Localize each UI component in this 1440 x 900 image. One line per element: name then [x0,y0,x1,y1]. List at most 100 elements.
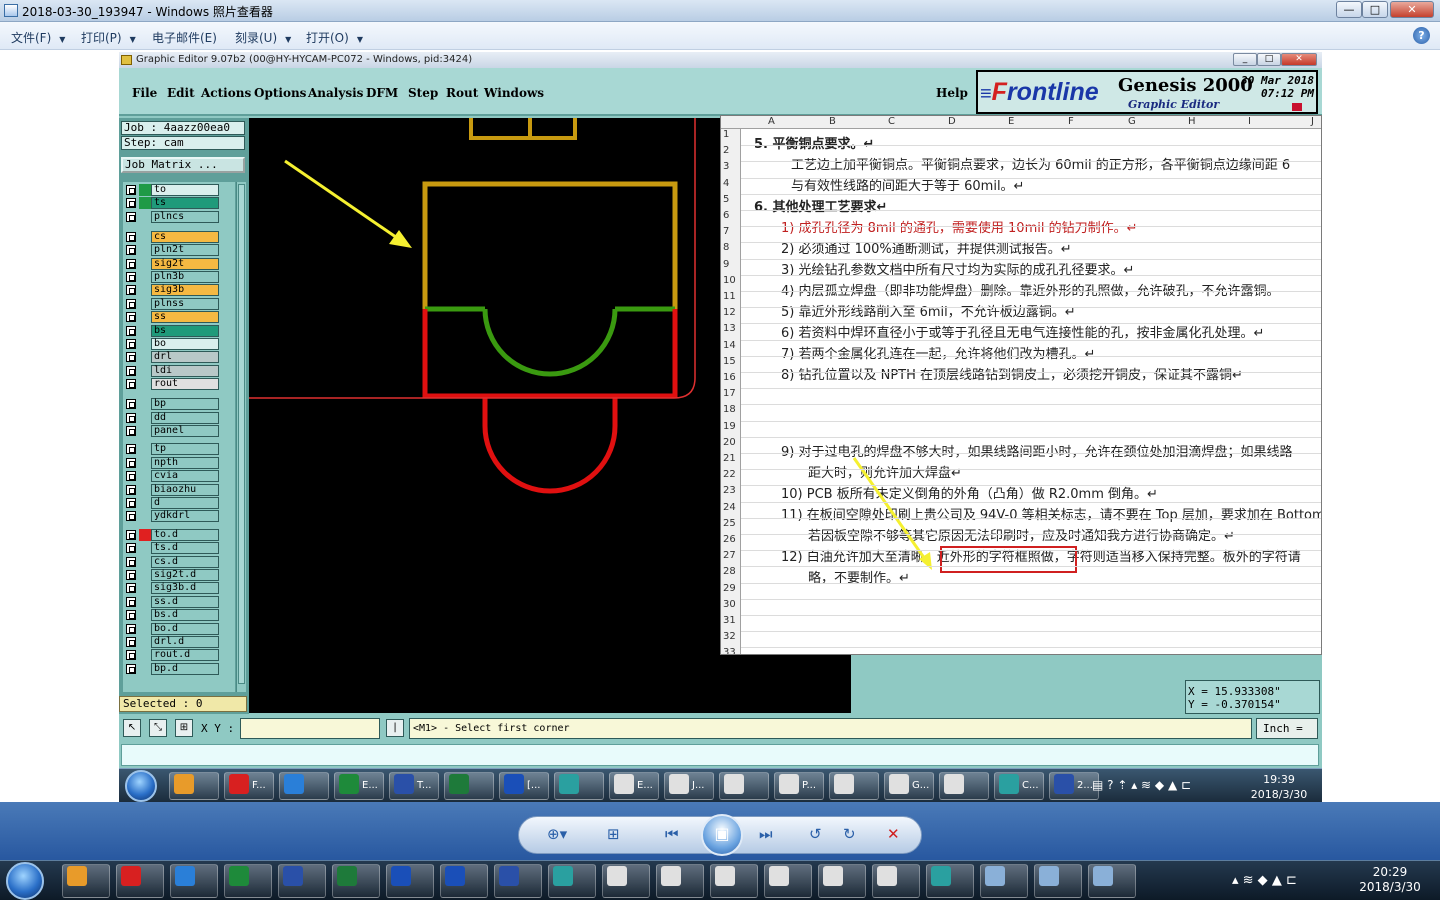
layer-checkbox[interactable] [126,623,136,634]
layer-name[interactable]: plnss [151,297,219,310]
taskbar-button[interactable]: E... [609,772,659,800]
layer-checkbox[interactable] [126,185,136,195]
layer-row[interactable]: cs [123,230,235,243]
layer-color-swatch[interactable] [139,411,151,424]
taskbar-button[interactable]: [... [499,772,549,800]
layer-color-swatch[interactable] [139,351,151,364]
xy-input[interactable] [240,718,380,739]
layer-name[interactable]: tp [151,443,219,456]
layer-color-swatch[interactable] [139,210,151,223]
help-icon[interactable]: ? [1413,27,1430,44]
layer-row[interactable]: to [123,184,235,196]
layer-color-swatch[interactable] [139,555,151,568]
layer-checkbox[interactable] [126,650,136,661]
taskbar-button[interactable] [602,864,650,898]
taskbar-button[interactable]: F... [224,772,274,800]
layer-color-swatch[interactable] [139,271,151,283]
layer-color-swatch[interactable] [139,324,151,337]
layer-name[interactable]: cvia [151,470,219,483]
taskbar-button[interactable]: J... [664,772,714,800]
layer-row[interactable]: sig2t.d [123,569,235,581]
taskbar-button[interactable]: E... [334,772,384,800]
layer-checkbox[interactable] [126,498,136,508]
taskbar-button[interactable] [656,864,704,898]
genesis-menu-dfm[interactable]: DFM [366,86,398,100]
layer-row[interactable]: tp [123,443,235,456]
taskbar-button[interactable] [279,772,329,800]
unit-selector[interactable]: Inch = [1256,718,1318,739]
close-button[interactable]: ✕ [1390,1,1434,18]
rotate-right-icon[interactable]: ↻ [843,825,856,843]
layer-row[interactable]: d [123,497,235,509]
layer-color-swatch[interactable] [139,257,151,270]
layer-name[interactable]: d [151,497,219,509]
layer-color-swatch[interactable] [139,662,151,675]
layer-checkbox[interactable] [126,596,136,607]
layer-row[interactable]: bo [123,338,235,350]
layer-color-swatch[interactable] [139,528,151,541]
job-matrix-button[interactable]: Job Matrix ... [121,157,245,173]
layer-checkbox[interactable] [126,529,136,540]
layer-row[interactable]: ldi [123,364,235,377]
input-toggle-icon[interactable]: | [386,719,404,737]
layer-name[interactable]: sig2t.d [151,569,219,581]
measure-tool-icon[interactable]: ⤡ [149,719,167,737]
taskbar-button[interactable]: T... [389,772,439,800]
layer-checkbox[interactable] [126,511,136,522]
menu-print[interactable]: 打印(P) ▼ [81,29,136,46]
select-tool-icon[interactable]: ↖ [123,719,141,737]
layer-color-swatch[interactable] [139,510,151,523]
layer-checkbox[interactable] [126,610,136,621]
layer-checkbox[interactable] [126,379,136,390]
layer-row[interactable]: ts [123,197,235,210]
layer-name[interactable]: dd [151,411,219,424]
layer-checkbox[interactable] [126,211,136,222]
layer-row[interactable]: cvia [123,470,235,483]
start-button[interactable] [6,862,44,900]
layer-checkbox[interactable] [126,412,136,423]
layer-checkbox[interactable] [126,298,136,309]
layer-color-swatch[interactable] [139,284,151,297]
genesis-menu-windows[interactable]: Windows [484,86,544,100]
layer-checkbox[interactable] [126,339,136,349]
layer-name[interactable]: biaozhu [151,483,219,496]
layer-checkbox[interactable] [126,583,136,594]
layer-color-swatch[interactable] [139,636,151,648]
genesis-menu-edit[interactable]: Edit [167,86,195,100]
genesis-menu-file[interactable]: File [132,86,157,100]
grid-tool-icon[interactable]: ⊞ [175,719,193,737]
taskbar-button[interactable] [494,864,542,898]
layer-color-swatch[interactable] [139,497,151,509]
layer-name[interactable]: sig3b [151,284,219,297]
rotate-left-icon[interactable]: ↺ [809,825,822,843]
menu-burn[interactable]: 刻录(U) ▼ [235,29,291,46]
layer-row[interactable]: plncs [123,210,235,223]
genesis-menu-analysis[interactable]: Analysis [308,86,363,100]
layer-color-swatch[interactable] [139,542,151,555]
layer-row[interactable]: ss.d [123,595,235,608]
layer-name[interactable]: ts.d [151,542,219,555]
layer-row[interactable]: panel [123,425,235,437]
delete-icon[interactable]: ✕ [887,825,900,843]
taskbar-button[interactable] [719,772,769,800]
layer-color-swatch[interactable] [139,398,151,411]
taskbar-button[interactable] [554,772,604,800]
layer-row[interactable]: biaozhu [123,483,235,496]
layer-row[interactable]: sig3b [123,284,235,297]
layer-name[interactable]: bs.d [151,609,219,622]
taskbar-button[interactable] [1088,864,1136,898]
taskbar-button[interactable] [1034,864,1082,898]
layer-name[interactable]: ts [151,197,219,210]
taskbar-button[interactable] [278,864,326,898]
next-icon[interactable]: ⏭ [759,825,773,843]
layer-name[interactable]: bp [151,398,219,411]
layer-row[interactable]: rout.d [123,649,235,662]
layer-name[interactable]: pln3b [151,271,219,283]
layer-checkbox[interactable] [126,285,136,296]
layer-name[interactable]: drl [151,351,219,364]
taskbar-button[interactable] [224,864,272,898]
layer-checkbox[interactable] [126,365,136,376]
layer-name[interactable]: to [151,184,219,196]
layer-row[interactable]: sig2t [123,257,235,270]
genesis-menu-step[interactable]: Step [408,86,438,100]
